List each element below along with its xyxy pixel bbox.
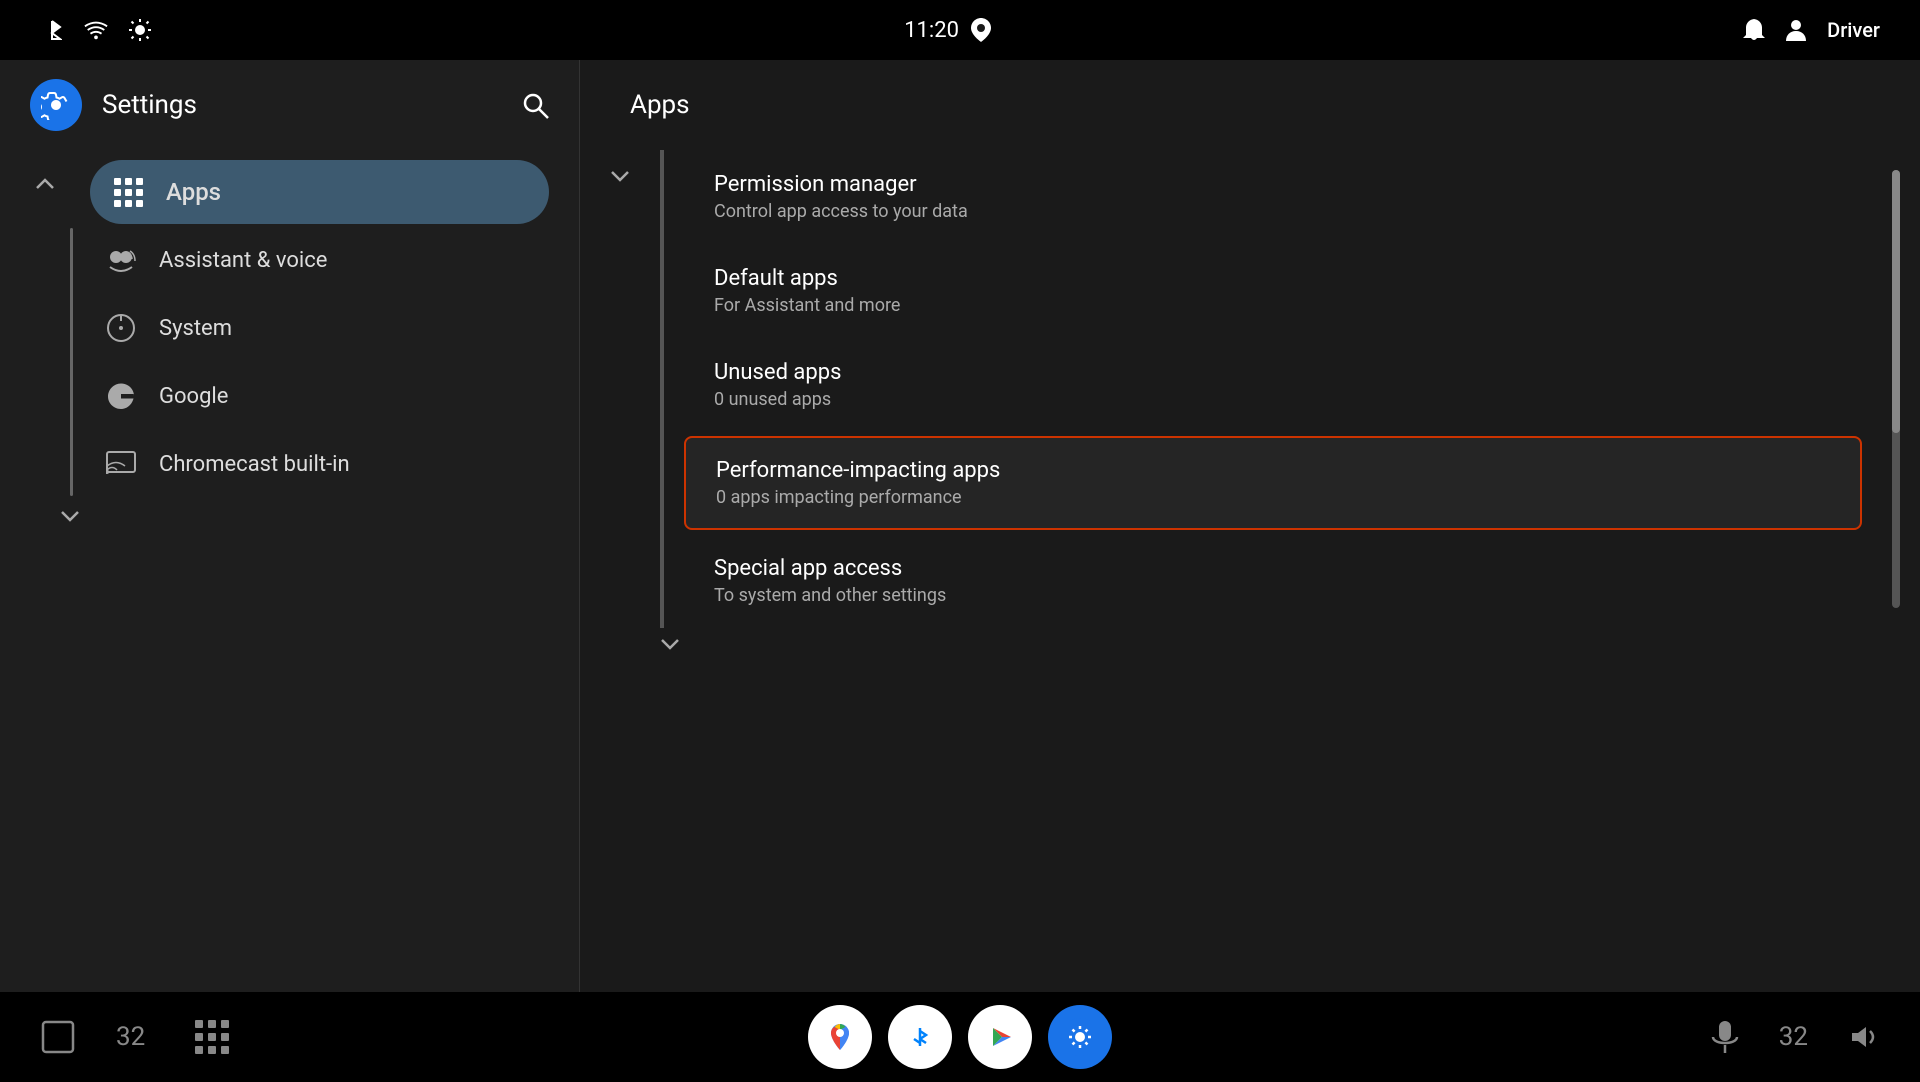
setting-item-unused-apps[interactable]: Unused apps 0 unused apps [664,338,1882,432]
permission-manager-title: Permission manager [714,172,1832,197]
bottom-app-dock [808,1005,1112,1069]
settings-app-button[interactable] [1048,1005,1112,1069]
sidebar-title: Settings [102,90,197,120]
section-collapse-btn[interactable] [590,150,650,182]
window-button[interactable] [40,1019,76,1055]
sidebar-item-google[interactable]: Google [93,364,569,428]
maps-app-button[interactable] [808,1005,872,1069]
sidebar-item-chromecast[interactable]: Chromecast built-in [93,432,569,496]
status-time-area: 11:20 [904,18,991,43]
brightness-status-icon [128,18,152,42]
user-icon [1785,17,1807,43]
microphone-button[interactable] [1711,1019,1739,1055]
wifi-status-icon [84,18,108,42]
sidebar-item-assistant[interactable]: Assistant & voice [93,228,569,292]
sidebar-item-chromecast-label: Chromecast built-in [159,452,350,477]
status-bar: 11:20 Driver [0,0,1920,60]
apps-item-container: Apps [70,160,569,224]
special-app-access-subtitle: To system and other settings [714,585,1832,606]
sidebar-header-left: Settings [30,79,197,131]
right-panel-header: Apps [580,60,1920,150]
performance-impacting-title: Performance-impacting apps [716,458,1830,483]
main-content: Settings [0,60,1920,992]
sidebar-expand-btn[interactable] [0,500,80,522]
sidebar: Settings [0,60,580,992]
sidebar-item-apps[interactable]: Apps [90,160,549,224]
section-expand-btn[interactable] [580,628,1920,660]
chromecast-icon [103,446,139,482]
setting-item-performance-impacting[interactable]: Performance-impacting apps 0 apps impact… [684,436,1862,530]
sidebar-item-system-label: System [159,316,232,341]
google-icon [103,378,139,414]
setting-item-special-app-access[interactable]: Special app access To system and other s… [664,534,1882,628]
bottom-left-number: 32 [116,1022,145,1052]
system-icon [103,310,139,346]
default-apps-subtitle: For Assistant and more [714,295,1832,316]
setting-item-permission-manager[interactable]: Permission manager Control app access to… [664,150,1882,244]
status-time: 11:20 [904,18,959,43]
sidebar-apps-section: Apps [0,160,579,224]
settings-section: Permission manager Control app access to… [580,150,1920,628]
driver-label: Driver [1827,18,1880,42]
notification-icon [1743,17,1765,43]
apps-grid-icon [110,174,146,210]
sidebar-item-assistant-label: Assistant & voice [159,248,327,273]
unused-apps-title: Unused apps [714,360,1832,385]
settings-items-list: Permission manager Control app access to… [660,150,1882,628]
scrollbar[interactable] [1892,170,1900,608]
right-panel-title: Apps [630,90,690,120]
volume-button[interactable] [1848,1023,1880,1051]
bluetooth-app-button[interactable] [888,1005,952,1069]
bottom-left: 32 [40,1019,239,1055]
bluetooth-status-icon [40,18,64,42]
sidebar-item-apps-label: Apps [166,178,221,206]
bottom-right: 32 [1711,1019,1880,1055]
scrollbar-thumb [1892,170,1900,433]
sidebar-items-list: Assistant & voice System [93,228,569,496]
bottom-right-number: 32 [1779,1022,1808,1052]
location-icon [971,18,991,42]
status-icons-left [40,18,152,42]
sidebar-header: Settings [0,60,579,150]
sidebar-sub-items: Assistant & voice System [0,224,579,500]
sidebar-item-google-label: Google [159,384,228,409]
performance-impacting-subtitle: 0 apps impacting performance [716,487,1830,508]
assistant-icon [103,242,139,278]
status-icons-right: Driver [1743,17,1880,43]
permission-manager-subtitle: Control app access to your data [714,201,1832,222]
right-panel: Apps Permission manager Control app acce… [580,60,1920,992]
bottom-bar: 32 [0,992,1920,1082]
apps-collapse-btn[interactable] [20,160,70,190]
right-panel-content: Permission manager Control app access to… [580,150,1920,992]
sidebar-nav: Apps [0,150,579,992]
special-app-access-title: Special app access [714,556,1832,581]
sidebar-divider [70,228,73,496]
search-button[interactable] [521,91,549,119]
setting-item-default-apps[interactable]: Default apps For Assistant and more [664,244,1882,338]
home-grid-button[interactable] [185,1020,239,1054]
unused-apps-subtitle: 0 unused apps [714,389,1832,410]
play-app-button[interactable] [968,1005,1032,1069]
settings-app-icon [30,79,82,131]
sidebar-item-system[interactable]: System [93,296,569,360]
default-apps-title: Default apps [714,266,1832,291]
